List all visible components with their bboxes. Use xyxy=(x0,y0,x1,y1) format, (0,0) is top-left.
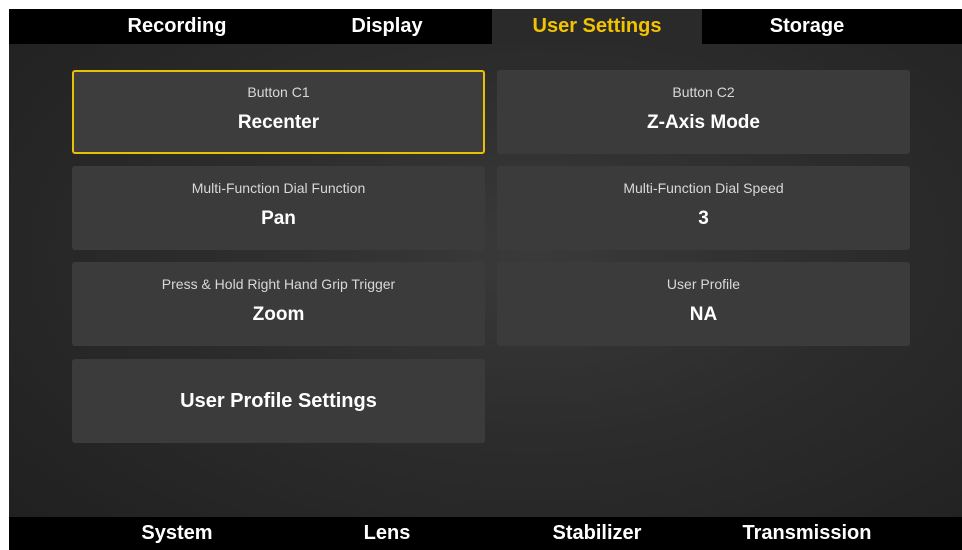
user-profile-settings-button[interactable]: User Profile Settings xyxy=(72,359,485,443)
user-profile-setting[interactable]: User Profile NA xyxy=(497,262,910,346)
dial-function-value: Pan xyxy=(261,208,296,229)
bottom-tab-bar: System Lens Stabilizer Transmission xyxy=(9,517,962,550)
tab-stabilizer[interactable]: Stabilizer xyxy=(492,517,702,550)
tab-user-settings[interactable]: User Settings xyxy=(492,9,702,44)
dial-speed-label: Multi-Function Dial Speed xyxy=(623,180,784,196)
tab-lens[interactable]: Lens xyxy=(282,517,492,550)
user-profile-settings-label: User Profile Settings xyxy=(180,389,377,412)
tab-recording[interactable]: Recording xyxy=(72,9,282,44)
tab-storage[interactable]: Storage xyxy=(702,9,912,44)
dial-function-label: Multi-Function Dial Function xyxy=(191,180,366,196)
button-c2-label: Button C2 xyxy=(672,84,735,100)
tab-transmission[interactable]: Transmission xyxy=(702,517,912,550)
button-c1-setting[interactable]: Button C1 Recenter xyxy=(72,70,485,154)
grip-trigger-setting[interactable]: Press & Hold Right Hand Grip Trigger Zoo… xyxy=(72,262,485,346)
button-c1-label: Button C1 xyxy=(247,84,310,100)
dial-speed-value: 3 xyxy=(698,208,709,229)
button-c1-value: Recenter xyxy=(237,112,320,133)
top-tab-bar: Recording Display User Settings Storage xyxy=(9,9,962,44)
grip-trigger-value: Zoom xyxy=(252,304,305,325)
tab-system[interactable]: System xyxy=(72,517,282,550)
user-profile-label: User Profile xyxy=(666,276,741,292)
button-c2-value: Z-Axis Mode xyxy=(647,112,760,133)
grip-trigger-label: Press & Hold Right Hand Grip Trigger xyxy=(161,276,396,292)
tab-display[interactable]: Display xyxy=(282,9,492,44)
user-profile-value: NA xyxy=(689,304,718,325)
dial-function-setting[interactable]: Multi-Function Dial Function Pan xyxy=(72,166,485,250)
dial-speed-setting[interactable]: Multi-Function Dial Speed 3 xyxy=(497,166,910,250)
camera-menu-screen: Recording Display User Settings Storage … xyxy=(9,9,962,550)
button-c2-setting[interactable]: Button C2 Z-Axis Mode xyxy=(497,70,910,154)
